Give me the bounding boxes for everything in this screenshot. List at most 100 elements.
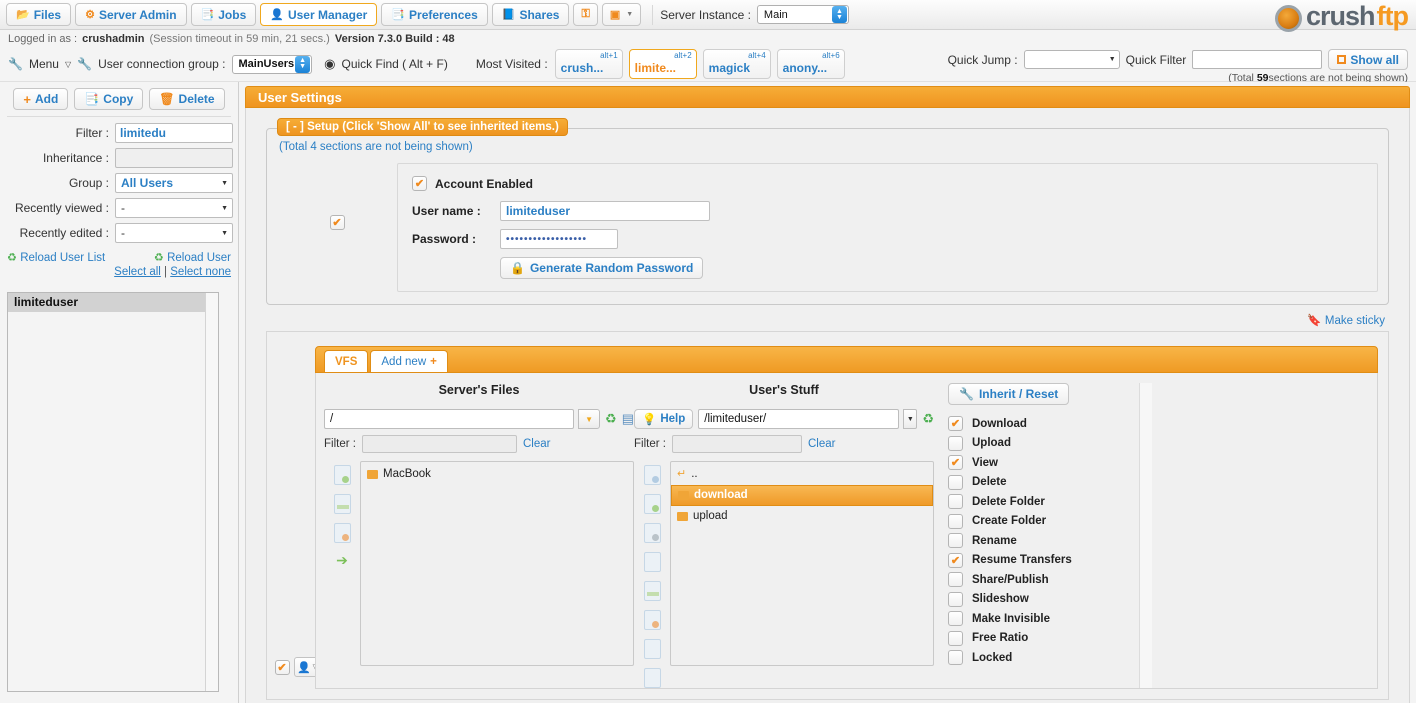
nav-tab-jobs[interactable]: 📑 Jobs	[190, 3, 257, 26]
most-visited-magick[interactable]: alt+4 magick	[702, 49, 771, 79]
save-icon[interactable]	[643, 639, 661, 659]
recently-viewed-select[interactable]: - ▼	[115, 198, 233, 218]
server-file-tree[interactable]: MacBook	[360, 461, 634, 666]
paste-icon[interactable]	[643, 581, 661, 601]
chevron-down-icon[interactable]: ▽	[65, 60, 71, 69]
user-list-item[interactable]: limiteduser	[8, 293, 218, 312]
generate-password-button[interactable]: 🔒 Generate Random Password	[500, 257, 704, 279]
permission-checkbox-share-publish[interactable]	[948, 572, 963, 588]
vfs-tab-vfs[interactable]: VFS	[324, 350, 369, 372]
user-file-row[interactable]: upload	[671, 506, 933, 527]
most-visited-limite[interactable]: alt+2 limite...	[628, 49, 697, 79]
help-button[interactable]: 💡 Help	[634, 409, 694, 429]
permission-checkbox-rename[interactable]	[948, 533, 963, 549]
logo-text-crush: crush	[1305, 1, 1376, 31]
setup-legend[interactable]: [ - ] Setup (Click 'Show All' to see inh…	[277, 118, 568, 136]
divider-1	[7, 116, 231, 117]
permission-checkbox-locked[interactable]	[948, 650, 963, 666]
password-input[interactable]: ••••••••••••••••••	[500, 229, 618, 249]
server-filter-input[interactable]	[361, 435, 517, 453]
inherit-reset-button[interactable]: 🔧 Inherit / Reset	[948, 383, 1070, 405]
toolbar-monitor-button[interactable]: ▣ ▼	[601, 3, 642, 26]
make-sticky-button[interactable]: 🔖 Make sticky	[1307, 315, 1385, 327]
toolbar-lock-button[interactable]: ⚿	[573, 3, 598, 26]
refresh-icon-server[interactable]: ♻	[605, 411, 617, 427]
move-right-arrow-icon[interactable]: ➔	[336, 552, 348, 569]
permission-checkbox-view[interactable]: ✔	[948, 455, 963, 471]
permission-checkbox-free-ratio[interactable]	[948, 630, 963, 646]
zip-file-icon[interactable]	[333, 523, 351, 543]
show-all-button[interactable]: Show all	[1328, 49, 1408, 70]
nav-tab-shares[interactable]: 📘 Shares	[491, 3, 570, 26]
nav-tab-preferences[interactable]: 📑 Preferences	[381, 3, 488, 26]
permission-checkbox-delete-folder[interactable]	[948, 494, 963, 510]
reload-user-list-button[interactable]: ♻ Reload User List	[7, 250, 105, 264]
new-item-icon[interactable]	[643, 494, 661, 514]
permission-checkbox-delete[interactable]	[948, 474, 963, 490]
server-filter-clear[interactable]: Clear	[523, 438, 550, 450]
refresh-icon-user[interactable]: ♻	[922, 411, 934, 427]
user-list-scrollbar[interactable]	[205, 293, 218, 691]
quick-find-button[interactable]: Quick Find ( Alt + F)	[341, 57, 447, 71]
user-path-input[interactable]: /limiteduser/	[698, 409, 900, 429]
reload-user-button[interactable]: ♻ Reload User	[154, 250, 231, 264]
user-path-dropdown[interactable]: ▼	[903, 409, 918, 429]
nav-tab-server-admin[interactable]: ⚙ Server Admin	[75, 3, 187, 26]
group-select[interactable]: All Users ▼	[115, 173, 233, 193]
recently-edited-select[interactable]: - ▼	[115, 223, 233, 243]
server-file-row[interactable]: MacBook	[361, 464, 633, 485]
permission-checkbox-slideshow[interactable]	[948, 591, 963, 607]
user-filter-clear[interactable]: Clear	[808, 438, 835, 450]
quick-filter-input[interactable]	[1192, 50, 1323, 69]
permission-checkbox-resume-transfers[interactable]: ✔	[948, 552, 963, 568]
nav-tab-user-manager[interactable]: 👤 User Manager	[260, 3, 378, 26]
permission-checkbox-create-folder[interactable]	[948, 513, 963, 529]
username-input[interactable]: limiteduser	[500, 201, 710, 221]
copy-icon-vfs[interactable]	[643, 552, 661, 572]
vfs-section-checkbox[interactable]: ✔	[274, 659, 290, 675]
most-visited-crush[interactable]: alt+1 crush...	[554, 49, 623, 79]
duplicate-icon[interactable]	[643, 668, 661, 688]
server-path-input[interactable]: /	[324, 409, 575, 429]
user-filter-input[interactable]	[671, 435, 802, 453]
servers-files-header: Server's Files	[438, 383, 520, 397]
vfs-scrollbar[interactable]	[1139, 383, 1152, 688]
plus-icon: +	[430, 355, 437, 368]
account-enabled-checkbox[interactable]: ✔	[412, 176, 427, 191]
setup-section-checkbox[interactable]: ✔	[329, 215, 345, 230]
server-file-action-icons: ➔	[324, 461, 360, 666]
vfs-left-controls: ✔ 👤 ▽	[274, 346, 322, 689]
add-button[interactable]: + Add	[13, 88, 69, 110]
permission-checkbox-download[interactable]: ✔	[948, 416, 963, 432]
edit-file-icon[interactable]	[333, 494, 351, 514]
user-file-tree[interactable]: ↵.. download upload	[670, 461, 934, 666]
permission-checkbox-make-invisible[interactable]	[948, 611, 963, 627]
quick-find-icon[interactable]: ◉	[324, 56, 335, 72]
delete-button[interactable]: 🗑 Delete	[149, 88, 225, 110]
copy-button[interactable]: 📑 Copy	[74, 88, 144, 110]
nav-tab-files[interactable]: 📂 Files	[6, 3, 72, 26]
archive-icon[interactable]	[643, 610, 661, 630]
new-file-icon[interactable]	[333, 465, 351, 485]
show-all-label: Show all	[1350, 52, 1399, 67]
select-all-link[interactable]: Select all	[114, 266, 161, 278]
rename-file-icon[interactable]	[643, 465, 661, 485]
preview-icon[interactable]	[643, 523, 661, 543]
vfs-tab-add-new[interactable]: Add new +	[370, 350, 448, 372]
connection-group-select[interactable]: MainUsers ▲ ▼	[231, 54, 313, 74]
server-file-name: MacBook	[383, 468, 431, 480]
user-file-row[interactable]: download	[671, 485, 933, 506]
select-none-link[interactable]: Select none	[170, 266, 231, 278]
inheritance-input[interactable]	[115, 148, 233, 168]
browse-icon-server[interactable]: ▤	[622, 411, 634, 427]
permission-checkbox-upload[interactable]	[948, 435, 963, 451]
user-list[interactable]: limiteduser	[7, 292, 219, 692]
quick-jump-select[interactable]: ▼	[1023, 50, 1120, 69]
server-instance-select[interactable]: Main ▲ ▼	[756, 5, 849, 24]
menu-button[interactable]: Menu	[29, 57, 59, 71]
user-file-row[interactable]: ↵..	[671, 464, 933, 485]
nav-tab-label: Files	[33, 7, 62, 22]
filter-input[interactable]: limitedu	[115, 123, 233, 143]
server-path-dropdown[interactable]: ▼	[578, 409, 601, 429]
most-visited-anony[interactable]: alt+6 anony...	[776, 49, 845, 79]
